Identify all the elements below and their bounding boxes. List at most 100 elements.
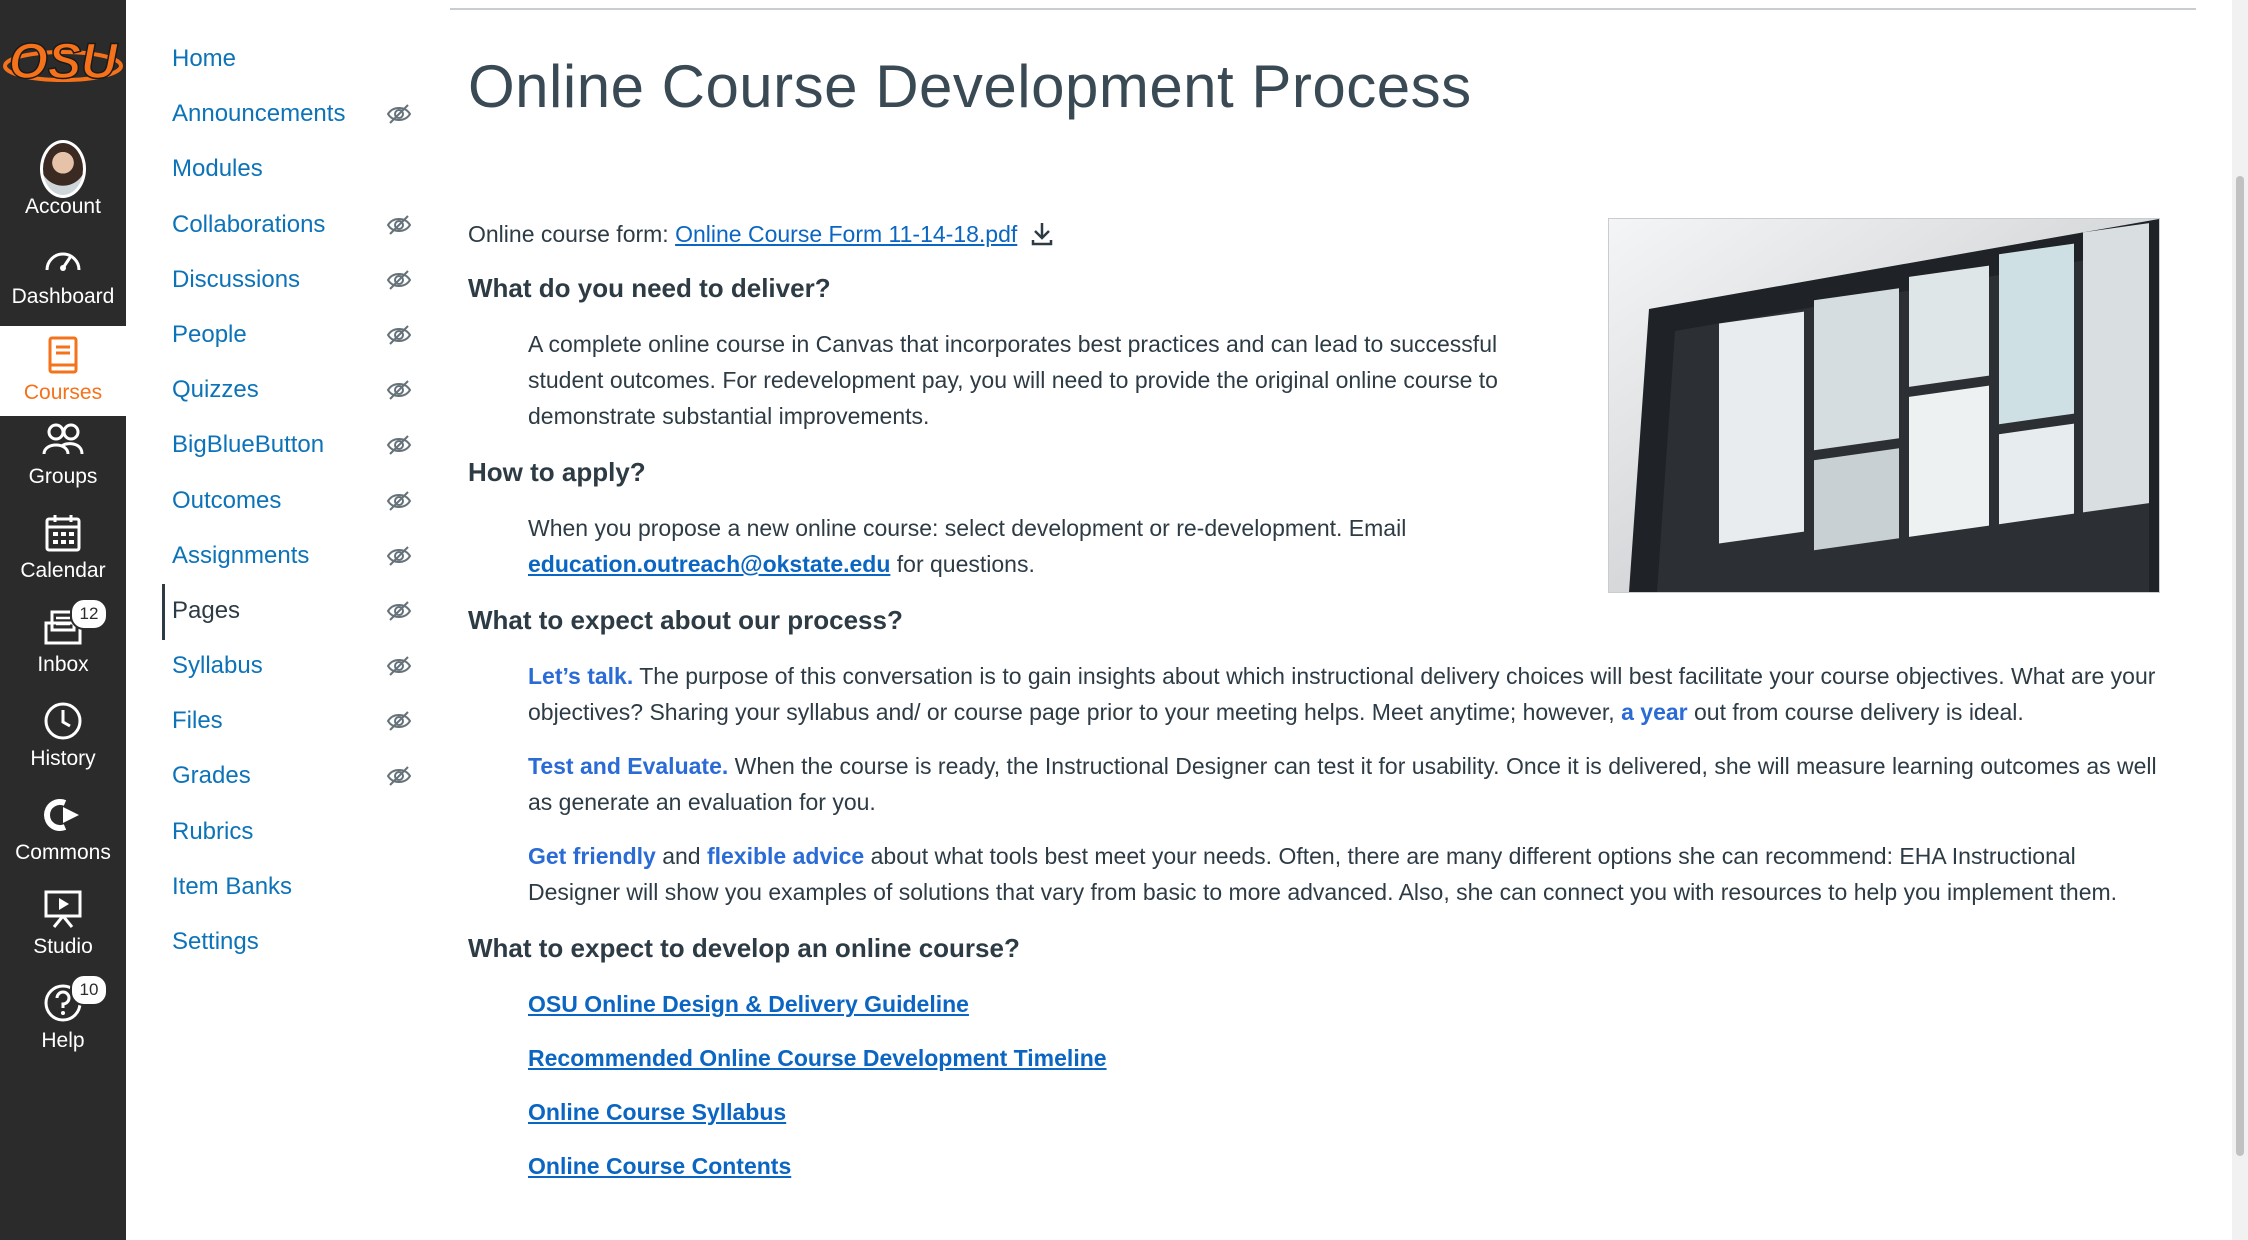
course-nav-discussions[interactable]: Discussions [172, 258, 412, 302]
global-nav-groups[interactable]: Groups [0, 398, 126, 490]
svg-text:OSU: OSU [9, 33, 119, 89]
course-nav-label: Settings [172, 928, 259, 955]
hidden-eye-icon [386, 215, 412, 235]
advice-label: flexible advice [706, 843, 865, 869]
global-nav-history[interactable]: History [0, 680, 126, 772]
heading-process: What to expect about our process? [468, 605, 903, 635]
osu-logo-icon: OSU [3, 32, 123, 90]
heading-deliver: What do you need to deliver? [468, 273, 831, 303]
groups-icon [40, 416, 86, 462]
hidden-eye-icon [386, 546, 412, 566]
email-link[interactable]: education.outreach@okstate.edu [528, 551, 890, 577]
course-nav-label: Pages [172, 597, 241, 624]
course-nav-label: Grades [172, 762, 251, 789]
global-navigation: OSU Account Dashboard Courses Groups Cal… [0, 0, 126, 1240]
course-nav-label: People [172, 321, 247, 348]
course-nav-label: Quizzes [172, 376, 259, 403]
global-nav-commons[interactable]: Commons [0, 774, 126, 866]
design-guideline-link[interactable]: OSU Online Design & Delivery Guideline [528, 991, 969, 1017]
global-nav-label: Studio [33, 935, 93, 958]
course-nav-outcomes[interactable]: Outcomes [172, 479, 412, 523]
apply-text-end: for questions. [896, 551, 1035, 577]
hidden-eye-icon [386, 325, 412, 345]
course-nav-item-banks[interactable]: Item Banks [172, 865, 412, 909]
global-nav-label: Commons [15, 841, 111, 864]
friendly-label: Get friendly [528, 843, 656, 869]
hidden-eye-icon [386, 601, 412, 621]
global-nav-studio[interactable]: Studio [0, 868, 126, 960]
talk-label: Let’s talk. [528, 663, 634, 689]
hidden-eye-icon [386, 380, 412, 400]
form-pdf-link[interactable]: Online Course Form 11-14-18.pdf [675, 221, 1017, 247]
hidden-eye-icon [386, 711, 412, 731]
friendly-and: and [662, 843, 701, 869]
course-nav-announcements[interactable]: Announcements [172, 92, 412, 136]
course-nav-people[interactable]: People [172, 313, 412, 357]
inbox-unread-badge: 12 [70, 598, 108, 630]
hidden-eye-icon [386, 491, 412, 511]
test-label: Test and Evaluate. [528, 753, 729, 779]
paragraph-deliver: A complete online course in Canvas that … [528, 331, 1498, 429]
global-nav-label: Groups [28, 465, 98, 488]
help-icon: 10 [40, 974, 108, 1026]
hidden-eye-icon [386, 656, 412, 676]
course-nav-quizzes[interactable]: Quizzes [172, 368, 412, 412]
apply-text: When you propose a new online course: se… [528, 515, 1407, 541]
global-nav-label: Calendar [20, 559, 106, 582]
talk-year: a year [1621, 699, 1688, 725]
global-nav-help[interactable]: 10 Help [0, 962, 126, 1054]
timeline-link[interactable]: Recommended Online Course Development Ti… [528, 1045, 1107, 1071]
contents-link[interactable]: Online Course Contents [528, 1153, 791, 1179]
course-nav-label: Outcomes [172, 487, 282, 514]
heading-apply: How to apply? [468, 457, 646, 487]
course-nav-label: Modules [172, 155, 263, 182]
hidden-eye-icon [386, 270, 412, 290]
book-icon [40, 332, 86, 378]
course-nav-label: Discussions [172, 266, 301, 293]
active-indicator [162, 584, 165, 640]
course-nav-files[interactable]: Files [172, 699, 412, 743]
course-nav-assignments[interactable]: Assignments [172, 534, 412, 578]
course-nav-label: Home [172, 45, 237, 72]
resource-link-item: Online Course Syllabus [528, 1094, 2158, 1130]
hidden-eye-icon [386, 435, 412, 455]
form-label: Online course form: [468, 221, 669, 247]
course-nav-label: Announcements [172, 100, 346, 127]
paragraph-test: Test and Evaluate. When the course is re… [528, 748, 2158, 820]
paragraph-advice: Get friendly and flexible advice about w… [528, 838, 2158, 910]
help-badge: 10 [70, 974, 108, 1006]
global-nav-dashboard[interactable]: Dashboard [0, 218, 126, 310]
course-nav-bigbluebutton[interactable]: BigBlueButton [172, 423, 412, 467]
download-icon[interactable] [1030, 221, 1054, 247]
osu-logo[interactable]: OSU [0, 0, 126, 122]
studio-icon [40, 886, 86, 932]
paragraph-apply: When you propose a new online course: se… [528, 510, 1578, 582]
course-nav-label: Rubrics [172, 818, 254, 845]
resource-link-item: Online Course Contents [528, 1148, 2158, 1184]
scrollbar-thumb[interactable] [2236, 176, 2244, 1156]
course-nav-syllabus[interactable]: Syllabus [172, 644, 412, 688]
calendar-icon [40, 510, 86, 556]
page-content: Online course form: Online Course Form 1… [468, 210, 2158, 1184]
clock-icon [40, 698, 86, 744]
global-nav-calendar[interactable]: Calendar [0, 492, 126, 584]
global-nav-inbox[interactable]: 12 Inbox [0, 586, 126, 678]
course-nav-pages[interactable]: Pages [172, 589, 412, 633]
course-nav-settings[interactable]: Settings [172, 920, 412, 964]
course-nav-label: Files [172, 707, 223, 734]
course-nav-rubrics[interactable]: Rubrics [172, 810, 412, 854]
course-nav-label: Assignments [172, 542, 310, 569]
hidden-eye-icon [386, 766, 412, 786]
course-nav-grades[interactable]: Grades [172, 754, 412, 798]
syllabus-link[interactable]: Online Course Syllabus [528, 1099, 786, 1125]
global-nav-account[interactable]: Account [0, 128, 126, 220]
form-line: Online course form: Online Course Form 1… [468, 216, 2158, 252]
page-title: Online Course Development Process [468, 53, 1472, 120]
course-nav-home[interactable]: Home [172, 37, 412, 81]
course-nav-label: Syllabus [172, 652, 263, 679]
course-nav-collaborations[interactable]: Collaborations [172, 203, 412, 247]
course-nav-modules[interactable]: Modules [172, 147, 412, 191]
global-nav-label: History [30, 747, 96, 770]
avatar [40, 140, 86, 198]
resource-link-item: OSU Online Design & Delivery Guideline [528, 986, 2158, 1022]
